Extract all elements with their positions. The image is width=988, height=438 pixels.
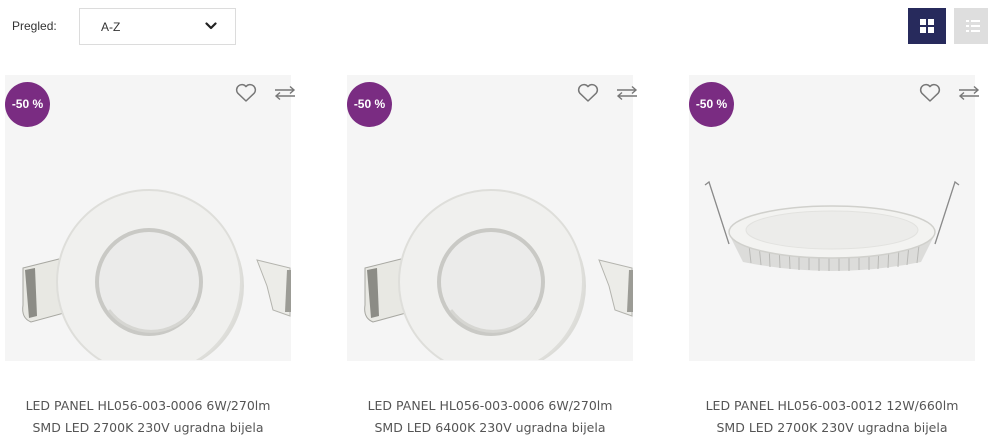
list-view-button[interactable]	[954, 8, 988, 44]
sort-select[interactable]: A-Z	[79, 8, 236, 45]
compare-icon[interactable]	[957, 85, 981, 101]
product-title-line2: SMD LED 2700K 230V ugradna bijela	[716, 420, 948, 435]
grid-view-button[interactable]	[908, 8, 946, 44]
product-card: -50 % LED PANEL HL056-003-0012 12W/660lm…	[689, 75, 980, 438]
grid-icon	[920, 19, 934, 33]
chevron-down-icon	[205, 22, 217, 30]
product-card: -50 % LED PANEL HL056-003-0006 6W/270lm …	[347, 75, 638, 438]
product-image	[22, 189, 291, 360]
compare-icon[interactable]	[615, 85, 639, 101]
product-title[interactable]: LED PANEL HL056-003-0006 6W/270lm SMD LE…	[347, 395, 633, 438]
product-title-line1: LED PANEL HL056-003-0006 6W/270lm	[25, 398, 271, 413]
product-image-area[interactable]: -50 %	[5, 75, 296, 361]
product-image	[364, 189, 633, 360]
sort-selected-value: A-Z	[101, 20, 121, 34]
product-title-line2: SMD LED 2700K 230V ugradna bijela	[32, 420, 264, 435]
sort-label: Pregled:	[12, 19, 57, 33]
product-image-area[interactable]: -50 %	[347, 75, 638, 361]
product-title-line1: LED PANEL HL056-003-0012 12W/660lm	[705, 398, 959, 413]
heart-icon[interactable]	[919, 83, 941, 103]
discount-badge: -50 %	[347, 82, 392, 127]
catalog-toolbar: Pregled: A-Z	[0, 0, 988, 58]
product-image-area[interactable]: -50 %	[689, 75, 980, 361]
product-title-line2: SMD LED 6400K 230V ugradna bijela	[374, 420, 606, 435]
product-title[interactable]: LED PANEL HL056-003-0006 6W/270lm SMD LE…	[5, 395, 291, 438]
product-card: -50 % LED PANEL HL056-003-0006 6W/270lm …	[5, 75, 296, 438]
compare-icon[interactable]	[273, 85, 297, 101]
product-title[interactable]: LED PANEL HL056-003-0012 12W/660lm SMD L…	[689, 395, 975, 438]
heart-icon[interactable]	[577, 83, 599, 103]
list-icon	[966, 20, 980, 32]
discount-badge: -50 %	[689, 82, 734, 127]
discount-badge: -50 %	[5, 82, 50, 127]
product-image	[704, 180, 960, 271]
product-title-line1: LED PANEL HL056-003-0006 6W/270lm	[367, 398, 613, 413]
heart-icon[interactable]	[235, 83, 257, 103]
